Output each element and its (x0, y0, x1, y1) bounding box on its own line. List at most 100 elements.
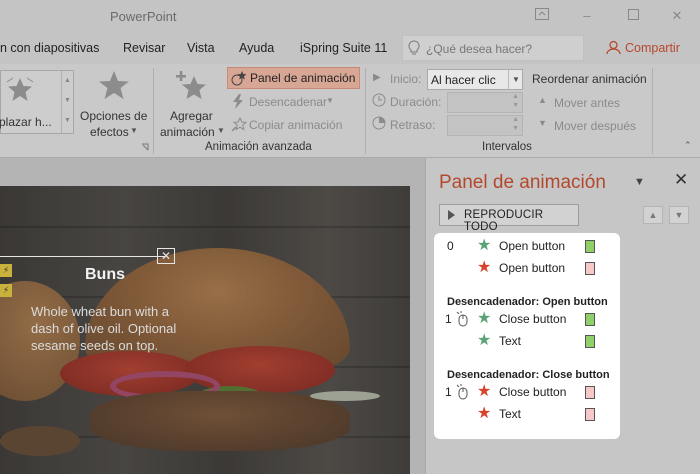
gallery-scrollbar[interactable]: ▲ ▼ ▼ (61, 71, 73, 133)
move-earlier-label: Mover antes (554, 96, 621, 110)
pane-close-icon[interactable]: ✕ (674, 170, 688, 190)
item-number: 1 (445, 385, 452, 399)
animation-pane-label: Panel de animación (250, 71, 356, 85)
add-animation-label-1: Agregar (170, 109, 213, 123)
animation-item[interactable]: 0 ★ Open button (434, 236, 620, 256)
tab-ispring[interactable]: iSpring Suite 11 (300, 41, 387, 55)
timing-bar (585, 408, 595, 421)
item-label: Text (499, 334, 522, 348)
advanced-animation-group-label: Animación avanzada (205, 141, 312, 153)
triangle-up-icon: ▲ (538, 95, 547, 105)
entrance-star-icon: ★ (477, 310, 492, 327)
start-select[interactable]: Al hacer clic ▼ (427, 69, 523, 90)
play-all-label: REPRODUCIR TODO (464, 209, 544, 233)
item-label: Text (499, 407, 522, 421)
share-button[interactable]: Compartir (606, 40, 680, 55)
trigger-heading: Desencadenador: Close button (447, 369, 610, 381)
ribbon-display-options-icon[interactable] (531, 6, 553, 26)
chevron-down-icon: ▼ (130, 126, 138, 135)
ribbon-separator (365, 68, 366, 154)
collapse-ribbon-icon[interactable]: ⌃ (684, 140, 692, 151)
duration-label: Duración: (390, 95, 442, 109)
animation-item[interactable]: 1 ★ Close button (434, 309, 620, 329)
timing-group-label: Intervalos (482, 141, 532, 153)
triangle-down-icon: ▼ (538, 118, 547, 128)
trigger-lightning-icon: ⚡ (0, 264, 12, 277)
move-up-icon[interactable]: ▲ (643, 206, 663, 224)
timing-bar (585, 313, 595, 326)
tab-slideshow[interactable]: n con diapositivas (0, 41, 99, 55)
item-label: Close button (499, 385, 567, 399)
effect-options-label-1: Opciones de (80, 109, 148, 123)
animation-gallery[interactable]: plazar h... ▲ ▼ ▼ (0, 70, 74, 134)
gallery-label: plazar h... (0, 115, 52, 129)
chevron-down-icon: ▼ (217, 126, 225, 135)
chevron-down-icon[interactable]: ▼ (508, 70, 522, 89)
slide-editor: ✕ ⚡ ⚡ Buns Whole wheat bun with a dash o… (0, 158, 425, 474)
trigger-button[interactable]: Desencadenar ▼ (230, 92, 350, 112)
play-icon: ▶ (373, 72, 381, 83)
duration-stepper[interactable]: ▲ ▼ (447, 92, 523, 113)
effect-options-label-2: efectos (90, 125, 129, 139)
close-icon[interactable]: ✕ (157, 248, 175, 264)
emphasis-star-icon: ★ (477, 405, 492, 422)
title-bar: PowerPoint – ✕ (0, 0, 700, 32)
close-window-icon[interactable]: ✕ (666, 6, 688, 26)
play-all-button[interactable]: REPRODUCIR TODO (439, 204, 579, 233)
lightning-icon (233, 94, 243, 109)
animation-list: 0 ★ Open button ★ Open button Desencaden… (434, 233, 620, 439)
reorder-label: Reordenar animación (532, 72, 647, 86)
delay-stepper[interactable]: ▲ ▼ (447, 115, 523, 136)
slide-description[interactable]: Whole wheat bun with a dash of olive oil… (31, 303, 191, 354)
add-animation-label-2: animación (160, 125, 215, 139)
tab-view[interactable]: Vista (187, 41, 215, 55)
mouse-click-icon (456, 311, 468, 327)
effect-options-button[interactable]: Opciones de efectos ▼ (78, 68, 150, 139)
add-star-icon (176, 71, 206, 99)
ribbon: plazar h... ▲ ▼ ▼ Opciones de efectos ▼ … (0, 64, 700, 158)
tell-me-search[interactable]: ¿Qué desea hacer? (402, 35, 584, 61)
person-icon (606, 40, 621, 55)
ribbon-separator (652, 68, 653, 154)
animation-painter-button[interactable]: Copiar animación (230, 115, 350, 135)
tab-review[interactable]: Revisar (123, 41, 165, 55)
move-later-label: Mover después (554, 119, 637, 133)
slide-title[interactable]: Buns (85, 266, 125, 284)
item-label: Open button (499, 239, 566, 253)
emphasis-star-icon: ★ (477, 383, 492, 400)
animation-painter-label: Copiar animación (249, 118, 343, 132)
item-label: Open button (499, 261, 566, 275)
ribbon-tabs: n con diapositivas Revisar Vista Ayuda i… (0, 32, 700, 64)
entrance-star-icon: ★ (477, 237, 492, 254)
animation-item[interactable]: ★ Text (434, 404, 620, 424)
move-earlier-button[interactable]: ▲ Mover antes (535, 94, 635, 112)
play-icon (448, 210, 455, 220)
tab-help[interactable]: Ayuda (239, 41, 274, 55)
chevron-down-icon: ▼ (326, 96, 334, 105)
animation-item[interactable]: 1 ★ Close button (434, 382, 620, 402)
item-number: 0 (447, 239, 454, 253)
animation-pane: Panel de animación ▼ ✕ REPRODUCIR TODO ▲… (425, 158, 700, 474)
move-later-button[interactable]: ▼ Mover después (535, 117, 645, 135)
dialog-launcher-icon[interactable] (141, 143, 149, 151)
emphasis-star-icon: ★ (477, 259, 492, 276)
painter-star-icon (231, 116, 247, 132)
animation-pane-button[interactable]: Panel de animación (227, 67, 360, 89)
callout-line (0, 256, 165, 257)
entrance-star-icon: ★ (477, 332, 492, 349)
add-animation-button[interactable]: Agregar animación ▼ (158, 68, 226, 139)
timing-bar (585, 240, 595, 253)
pane-options-icon[interactable]: ▼ (634, 176, 645, 188)
delay-label: Retraso: (390, 118, 436, 132)
start-value: Al hacer clic (431, 73, 496, 87)
timing-bar (585, 262, 595, 275)
maximize-icon[interactable] (622, 6, 644, 26)
animation-item[interactable]: ★ Text (434, 331, 620, 351)
animation-pane-icon (231, 71, 247, 86)
move-down-icon[interactable]: ▼ (669, 206, 689, 224)
animation-item[interactable]: ★ Open button (434, 258, 620, 278)
delay-clock-icon (372, 116, 386, 130)
tell-me-placeholder: ¿Qué desea hacer? (426, 42, 533, 56)
minimize-icon[interactable]: – (576, 6, 598, 26)
slide-canvas[interactable]: ✕ ⚡ ⚡ Buns Whole wheat bun with a dash o… (0, 186, 410, 474)
